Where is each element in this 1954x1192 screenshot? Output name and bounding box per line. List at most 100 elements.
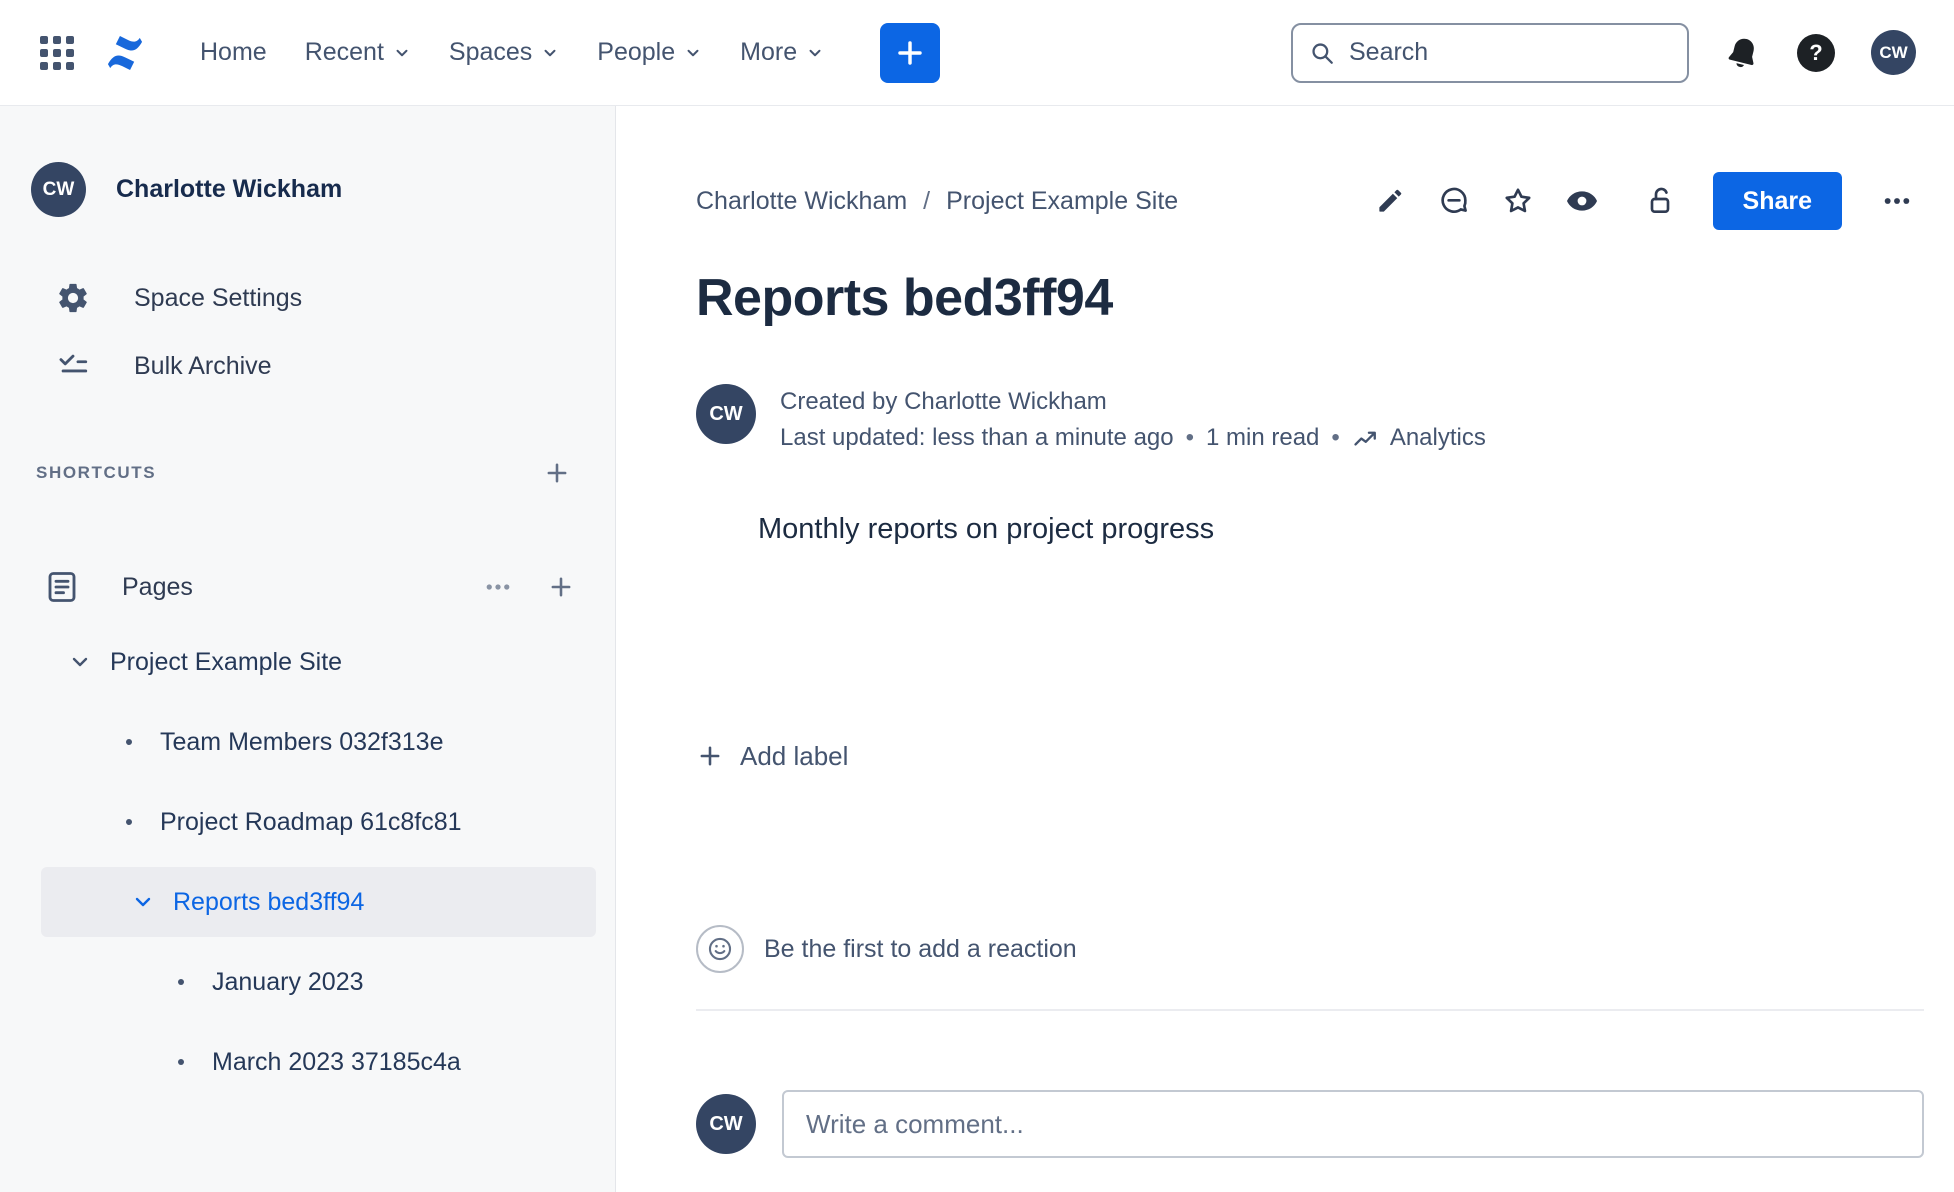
app-switcher-button[interactable]	[40, 35, 102, 70]
bullet-icon	[126, 739, 132, 745]
pages-actions	[483, 572, 575, 602]
dot-separator: •	[1331, 424, 1340, 451]
chevron-down-icon	[396, 49, 408, 56]
search-input[interactable]	[1349, 38, 1671, 67]
pages-more-button[interactable]	[483, 572, 513, 602]
primary-nav: Home Recent Spaces People More	[188, 28, 836, 77]
favourite-button[interactable]	[1491, 174, 1545, 228]
breadcrumb-page-link[interactable]: Project Example Site	[946, 187, 1178, 216]
help-button[interactable]: ?	[1797, 33, 1835, 72]
pencil-icon	[1378, 189, 1401, 212]
edit-button[interactable]	[1363, 174, 1417, 228]
content-area: CW Charlotte Wickham Space Settings Bulk…	[0, 106, 1954, 1192]
plus-icon	[551, 577, 571, 597]
plus-icon	[898, 40, 922, 65]
avatar-initials: CW	[709, 402, 743, 425]
tree-item-march-2023[interactable]: March 2023 37185c4a	[0, 1027, 615, 1097]
add-label-button[interactable]: Add label	[696, 738, 848, 774]
nav-home-label: Home	[200, 38, 267, 66]
page-header: Charlotte Wickham / Project Example Site	[696, 172, 1924, 230]
breadcrumb-space-link[interactable]: Charlotte Wickham	[696, 187, 907, 216]
restrictions-button[interactable]	[1635, 174, 1689, 228]
chevron-down-icon	[687, 49, 699, 56]
ellipsis-icon	[486, 584, 510, 590]
add-shortcut-button[interactable]	[543, 459, 571, 487]
avatar-initials: CW	[42, 178, 75, 200]
eye-icon	[1566, 191, 1597, 211]
tree-item-project-roadmap[interactable]: Project Roadmap 61c8fc81	[0, 787, 615, 857]
topbar-right: ? CW	[1291, 22, 1916, 83]
byline-meta: Created by Charlotte Wickham Last update…	[780, 384, 1486, 456]
more-actions-button[interactable]	[1870, 174, 1924, 228]
sidebar-item-label: Space Settings	[134, 283, 303, 312]
top-navigation-bar: Home Recent Spaces People More Search ? …	[0, 0, 1954, 106]
page-tree: Project Example Site Team Members 032f31…	[0, 627, 615, 1097]
tree-item-label: Project Example Site	[110, 647, 343, 676]
pages-icon	[48, 572, 76, 602]
user-avatar[interactable]: CW	[1871, 30, 1916, 75]
page-body-text: Monthly reports on project progress	[758, 513, 1215, 545]
breadcrumb-separator: /	[923, 186, 931, 215]
unlock-icon	[1650, 187, 1669, 213]
search-icon	[1312, 42, 1333, 64]
nav-recent[interactable]: Recent	[293, 28, 423, 77]
bullet-icon	[178, 979, 184, 985]
tree-item-january-2023[interactable]: January 2023	[0, 947, 615, 1017]
app-grid-icon	[40, 35, 74, 70]
analytics-link[interactable]: Analytics	[1352, 420, 1486, 456]
tree-item-label: January 2023	[212, 967, 364, 996]
star-icon	[1504, 188, 1531, 213]
chevron-down-icon[interactable]	[131, 890, 155, 914]
sidebar-item-space-settings[interactable]: Space Settings	[56, 281, 615, 315]
question-icon: ?	[1809, 39, 1823, 65]
nav-more[interactable]: More	[728, 28, 836, 77]
tree-item-team-members[interactable]: Team Members 032f313e	[0, 707, 615, 777]
watch-button[interactable]	[1555, 174, 1609, 228]
space-profile[interactable]: CW Charlotte Wickham	[31, 162, 615, 217]
confluence-app: Home Recent Spaces People More Search ? …	[0, 0, 1954, 1192]
add-label-text: Add label	[740, 740, 849, 771]
comments-button[interactable]	[1427, 174, 1481, 228]
bullet-icon	[126, 819, 132, 825]
commenter-avatar: CW	[696, 1094, 756, 1154]
nav-more-label: More	[740, 38, 798, 66]
topbar-left: Home Recent Spaces People More	[40, 22, 941, 83]
nav-people[interactable]: People	[585, 28, 714, 77]
comment-composer: CW	[696, 1090, 1924, 1158]
author-avatar[interactable]: CW	[696, 384, 756, 444]
bell-icon	[1728, 38, 1754, 67]
bullet-icon	[178, 1059, 184, 1065]
bulk-archive-icon	[59, 354, 88, 373]
byline-line2: Last updated: less than a minute ago • 1…	[780, 420, 1486, 456]
tree-item-label: Reports bed3ff94	[173, 887, 365, 916]
search-box[interactable]	[1291, 22, 1689, 83]
tree-item-reports-selected[interactable]: Reports bed3ff94	[41, 867, 596, 937]
smiley-icon	[708, 937, 732, 961]
pages-label: Pages	[122, 572, 193, 601]
dot-separator: •	[1185, 424, 1195, 451]
nav-recent-label: Recent	[304, 38, 384, 66]
add-page-button[interactable]	[547, 573, 575, 601]
nav-home[interactable]: Home	[188, 28, 279, 77]
space-sidebar: CW Charlotte Wickham Space Settings Bulk…	[0, 106, 616, 1192]
confluence-logo-icon	[107, 35, 143, 70]
reaction-prompt: Be the first to add a reaction	[764, 934, 1077, 963]
nav-spaces-label: Spaces	[448, 38, 533, 66]
space-name: Charlotte Wickham	[116, 175, 343, 203]
share-button[interactable]: Share	[1712, 172, 1842, 230]
notifications-button[interactable]	[1725, 35, 1761, 71]
plus-icon	[700, 746, 720, 766]
analytics-icon	[1354, 431, 1376, 446]
add-reaction-button[interactable]	[696, 925, 744, 973]
sidebar-item-bulk-archive[interactable]: Bulk Archive	[56, 349, 615, 383]
create-button[interactable]	[880, 22, 941, 83]
avatar-initials: CW	[709, 1112, 743, 1135]
tree-item-project-example-site[interactable]: Project Example Site	[0, 627, 615, 697]
share-button-label: Share	[1742, 186, 1812, 215]
confluence-logo[interactable]	[102, 32, 148, 74]
shortcuts-heading: SHORTCUTS	[36, 463, 157, 482]
pages-section-header[interactable]: Pages	[44, 565, 575, 609]
comment-input[interactable]	[782, 1090, 1924, 1158]
nav-spaces[interactable]: Spaces	[437, 28, 571, 77]
chevron-down-icon[interactable]	[68, 650, 92, 674]
